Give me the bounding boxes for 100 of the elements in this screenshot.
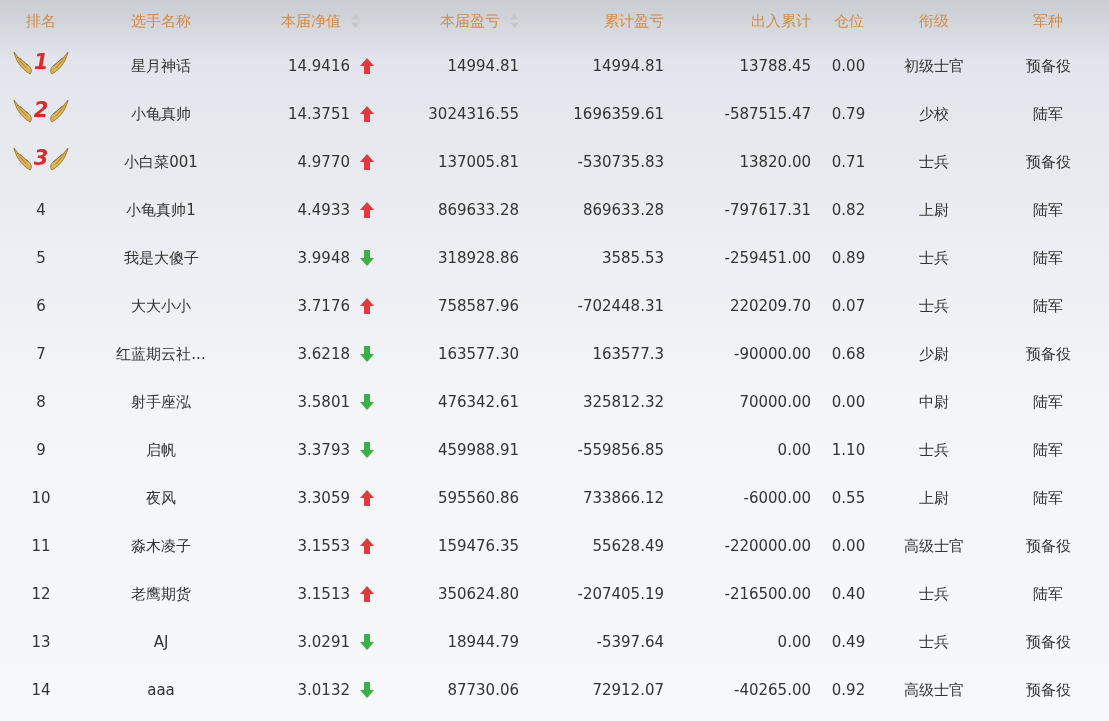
service-branch: 陆军 [1033, 104, 1063, 123]
cash-flow: 220209.70 [729, 296, 811, 315]
net-value: 3.9948 [297, 247, 350, 269]
net-value: 3.1513 [297, 583, 350, 605]
rank-medal: 1 [11, 49, 71, 76]
player-name: aaa [147, 680, 175, 699]
player-name: 老鹰期货 [131, 584, 191, 603]
net-value: 3.3793 [297, 439, 350, 461]
wing-icon [48, 145, 71, 172]
total-profit: 1696359.61 [573, 104, 664, 123]
wing-icon [11, 49, 34, 76]
net-value: 14.9416 [287, 55, 350, 77]
net-value: 3.6218 [297, 343, 350, 365]
column-header[interactable]: 本届盈亏 [440, 9, 519, 33]
total-profit: 3585.53 [601, 248, 664, 267]
cash-flow: -220000.00 [724, 536, 811, 555]
rank-title: 高级士官 [903, 536, 964, 555]
net-value: 3.7176 [297, 295, 350, 317]
cash-flow: 0.00 [777, 440, 811, 459]
net-value: 4.9770 [297, 151, 350, 173]
position-ratio: 0.07 [831, 296, 866, 315]
cash-flow: -90000.00 [734, 344, 811, 363]
position-ratio: 0.49 [831, 632, 866, 651]
column-header: 仓位 [833, 10, 864, 32]
position-ratio: 0.82 [831, 200, 866, 219]
position-ratio: 0.79 [831, 104, 866, 123]
position-ratio: 0.55 [831, 488, 866, 507]
player-name: 小龟真帅1 [126, 200, 196, 219]
rank-number: 12 [31, 584, 51, 603]
player-name: 启帆 [146, 440, 176, 459]
rank-title: 高级士官 [903, 680, 964, 699]
total-profit: -702448.31 [577, 296, 664, 315]
service-branch: 预备役 [1025, 152, 1071, 171]
period-profit: 758587.96 [437, 296, 519, 315]
service-branch: 陆军 [1033, 296, 1063, 315]
period-profit: 159476.35 [437, 536, 519, 555]
total-profit: -207405.19 [577, 584, 664, 603]
service-branch: 预备役 [1025, 632, 1071, 651]
total-profit: 72912.07 [592, 680, 664, 699]
period-profit: 3024316.55 [428, 104, 519, 123]
service-branch: 陆军 [1033, 248, 1063, 267]
period-profit: 869633.28 [437, 200, 519, 219]
player-name: 夜风 [146, 488, 176, 507]
net-value: 3.3059 [297, 487, 350, 509]
rank-medal: 3 [11, 145, 71, 172]
cash-flow: -587515.47 [724, 104, 811, 123]
period-profit: 163577.30 [437, 344, 519, 363]
rank-number: 6 [36, 296, 46, 315]
total-profit: -5397.64 [596, 632, 664, 651]
total-profit: 55628.49 [592, 536, 664, 555]
service-branch: 预备役 [1025, 344, 1071, 363]
net-value: 4.4933 [297, 199, 350, 221]
wing-icon [48, 97, 71, 124]
total-profit: -530735.83 [577, 152, 664, 171]
player-name: 红蓝期云社... [116, 344, 206, 363]
player-name: 大大小小 [131, 296, 191, 315]
position-ratio: 0.00 [831, 536, 866, 555]
total-profit: 869633.28 [582, 200, 664, 219]
position-ratio: 0.92 [831, 680, 866, 699]
total-profit: 14994.81 [592, 56, 664, 75]
player-name: AJ [153, 632, 169, 651]
rank-title: 士兵 [918, 296, 949, 315]
period-profit: 459988.91 [437, 440, 519, 459]
net-value: 3.5801 [297, 391, 350, 413]
position-ratio: 0.71 [831, 152, 866, 171]
cash-flow: -40265.00 [734, 680, 811, 699]
rank-title: 上尉 [918, 488, 949, 507]
cash-flow: -216500.00 [724, 584, 811, 603]
player-name: 星月神话 [131, 56, 191, 75]
service-branch: 陆军 [1033, 392, 1063, 411]
service-branch: 预备役 [1025, 680, 1071, 699]
cash-flow: 0.00 [777, 632, 811, 651]
player-name: 淼木凌子 [131, 536, 191, 555]
player-name: 我是大傻子 [123, 248, 199, 267]
rank-number: 8 [36, 392, 46, 411]
rank-title: 士兵 [918, 248, 949, 267]
period-profit: 18944.79 [447, 632, 519, 651]
rank-number: 13 [31, 632, 51, 651]
net-value: 3.1553 [297, 535, 350, 557]
player-name: 小白菜001 [124, 152, 198, 171]
position-ratio: 0.40 [831, 584, 866, 603]
net-value: 14.3751 [287, 103, 350, 125]
service-branch: 陆军 [1033, 200, 1063, 219]
rank-number: 4 [36, 200, 46, 219]
column-header[interactable]: 本届净值 [281, 9, 360, 33]
cash-flow: -6000.00 [743, 488, 811, 507]
rank-number: 5 [36, 248, 46, 267]
rank-number: 7 [36, 344, 46, 363]
rank-title: 少尉 [918, 344, 949, 363]
rank-title: 初级士官 [903, 56, 964, 75]
position-ratio: 0.00 [831, 392, 866, 411]
cash-flow: 13788.45 [739, 56, 811, 75]
service-branch: 预备役 [1025, 56, 1071, 75]
player-name: 射手座泓 [131, 392, 191, 411]
service-branch: 陆军 [1033, 488, 1063, 507]
column-header: 选手名称 [131, 10, 191, 32]
rank-medal: 2 [11, 97, 71, 124]
total-profit: -559856.85 [577, 440, 664, 459]
period-profit: 137005.81 [437, 152, 519, 171]
player-name: 小龟真帅 [131, 104, 191, 123]
